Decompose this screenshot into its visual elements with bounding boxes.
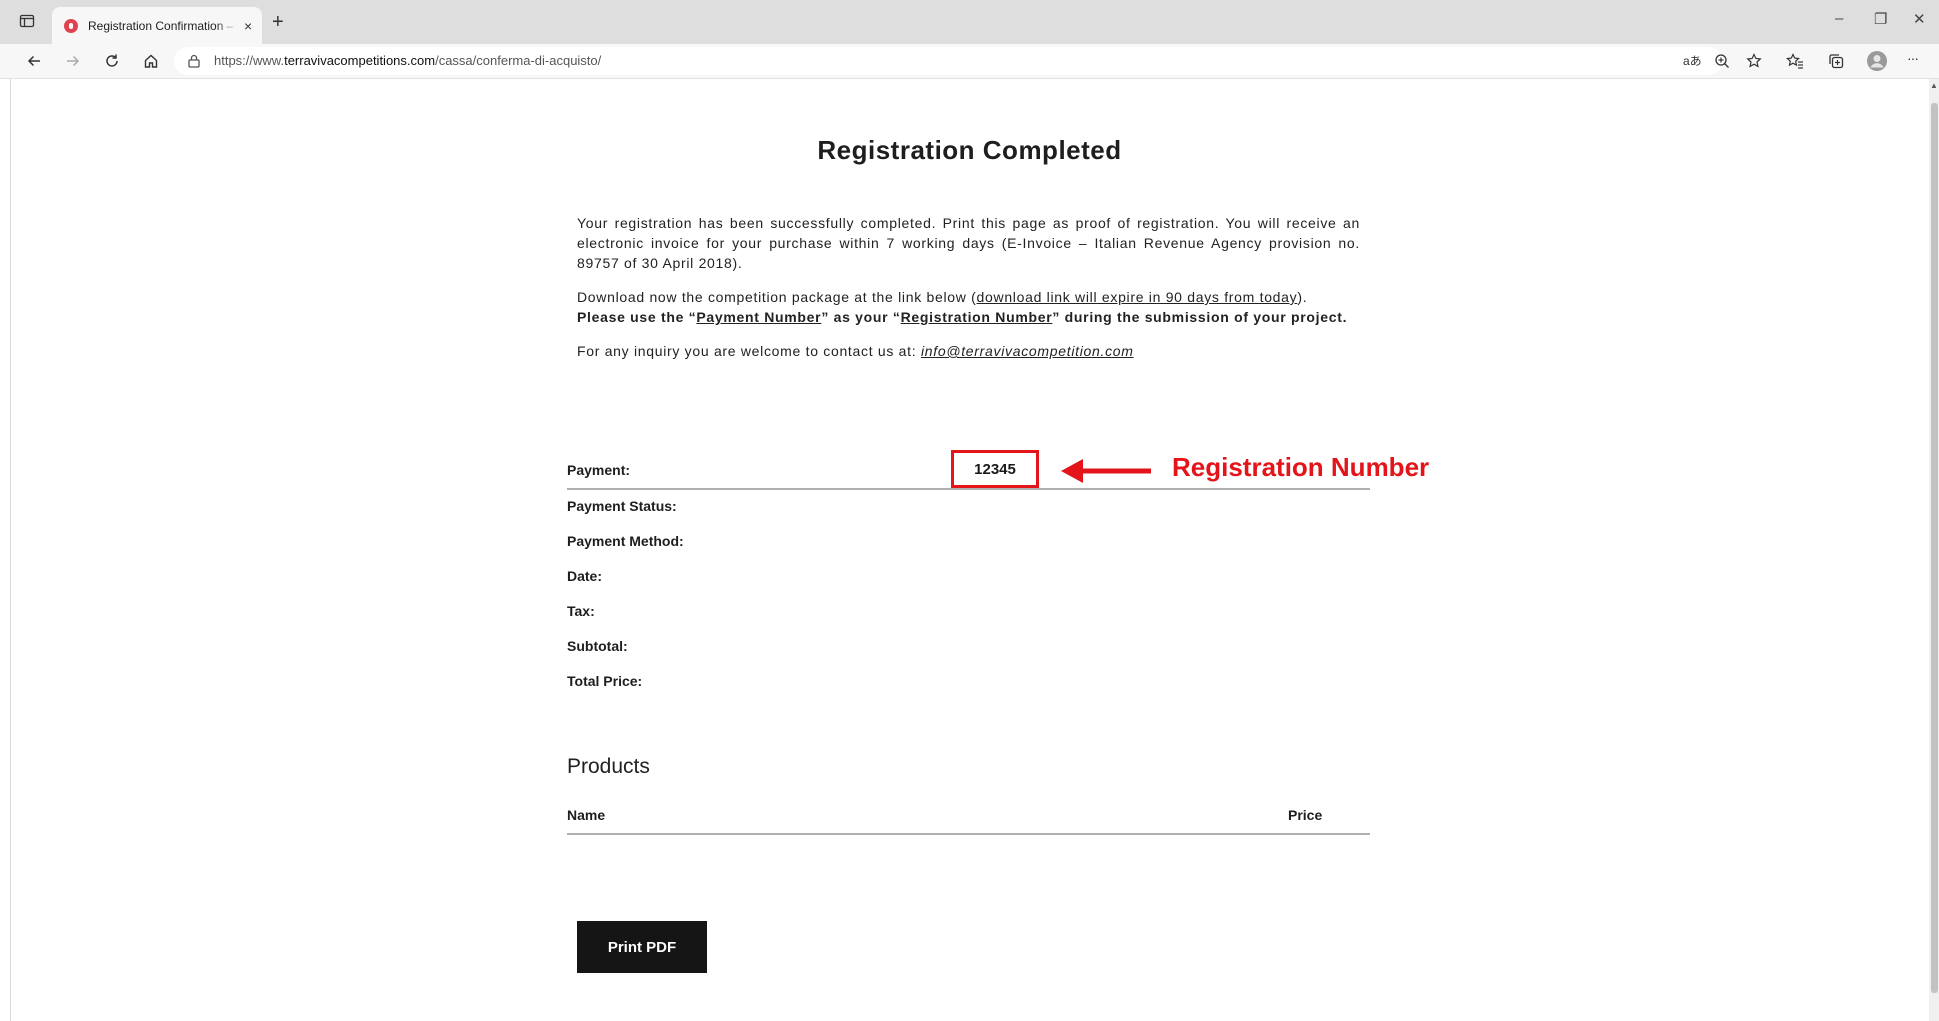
add-favorite-icon[interactable]: [1746, 53, 1762, 69]
payment-number-value: 12345: [974, 460, 1016, 478]
browser-tab-bar: Registration Confirmation – Terraviva Co…: [0, 0, 1939, 44]
tax-label: Tax:: [567, 603, 595, 619]
forward-button[interactable]: [61, 49, 85, 73]
refresh-icon: [106, 54, 118, 67]
payment-label: Payment:: [567, 462, 631, 478]
annotation-arrow-icon: [1061, 459, 1151, 483]
profile-avatar-icon[interactable]: [1866, 50, 1888, 72]
more-menu-icon[interactable]: ···: [1907, 50, 1919, 66]
tab-title: Registration Confirmation – Terraviva Co…: [88, 18, 238, 33]
contact-paragraph: For any inquiry you are welcome to conta…: [577, 341, 1360, 361]
lock-icon[interactable]: [188, 54, 200, 68]
print-pdf-button[interactable]: Print PDF: [577, 921, 707, 973]
home-button[interactable]: [139, 49, 163, 73]
payment-number-highlight: 12345: [951, 450, 1039, 488]
back-button[interactable]: [22, 49, 46, 73]
download-text: Download now the competition package at …: [577, 289, 977, 305]
site-favicon-icon: [64, 18, 78, 33]
products-divider: [567, 833, 1370, 835]
intro-paragraph: Your registration has been successfully …: [577, 215, 1360, 271]
products-heading: Products: [567, 755, 650, 778]
scroll-up-icon[interactable]: ▲: [1930, 81, 1938, 90]
subtotal-label: Subtotal:: [567, 638, 628, 654]
download-text-end: ).: [1297, 289, 1308, 305]
forward-arrow-icon: [67, 55, 80, 67]
registration-number-annotation: Registration Number: [1172, 452, 1430, 482]
browser-tab[interactable]: Registration Confirmation – Terraviva Co…: [52, 7, 262, 44]
address-bar[interactable]: https://www.terravivacompetitions.com/ca…: [174, 47, 1723, 75]
date-label: Date:: [567, 568, 603, 584]
collections-icon[interactable]: [1828, 53, 1844, 69]
browser-toolbar: https://www.terravivacompetitions.com/ca…: [0, 44, 1939, 79]
favorites-icon[interactable]: [1786, 53, 1804, 69]
registration-note: Please use the “Payment Number” as your …: [577, 309, 1348, 325]
url-text[interactable]: https://www.terravivacompetitions.com/ca…: [214, 53, 601, 68]
restore-button[interactable]: ❐: [1874, 10, 1887, 28]
tab-close-icon[interactable]: ×: [244, 18, 252, 34]
products-col-name: Name: [567, 807, 606, 823]
payment-divider: [567, 488, 1370, 490]
new-tab-button[interactable]: +: [272, 11, 284, 34]
payment-status-label: Payment Status:: [567, 498, 677, 514]
home-icon: [144, 54, 158, 68]
read-aloud-icon[interactable]: aあ: [1683, 52, 1702, 69]
payment-method-label: Payment Method:: [567, 533, 684, 549]
contact-text: For any inquiry you are welcome to conta…: [577, 343, 921, 359]
products-col-price: Price: [1288, 807, 1323, 823]
tab-actions-icon[interactable]: [18, 12, 36, 30]
back-arrow-icon: [27, 55, 40, 67]
contact-email-link[interactable]: info@terravivacompetition.com: [921, 343, 1134, 359]
minimize-button[interactable]: –: [1835, 10, 1843, 27]
page-title: Registration Completed: [817, 135, 1122, 165]
window-close-button[interactable]: ✕: [1913, 10, 1926, 28]
refresh-button[interactable]: [100, 49, 124, 73]
total-price-label: Total Price:: [567, 673, 643, 689]
zoom-icon[interactable]: [1714, 53, 1730, 69]
page-scrollbar[interactable]: ▲: [1929, 79, 1939, 1021]
download-paragraph: Download now the competition package at …: [577, 287, 1360, 327]
scrollbar-thumb[interactable]: [1931, 103, 1938, 993]
download-link[interactable]: download link will expire in 90 days fro…: [977, 289, 1298, 305]
